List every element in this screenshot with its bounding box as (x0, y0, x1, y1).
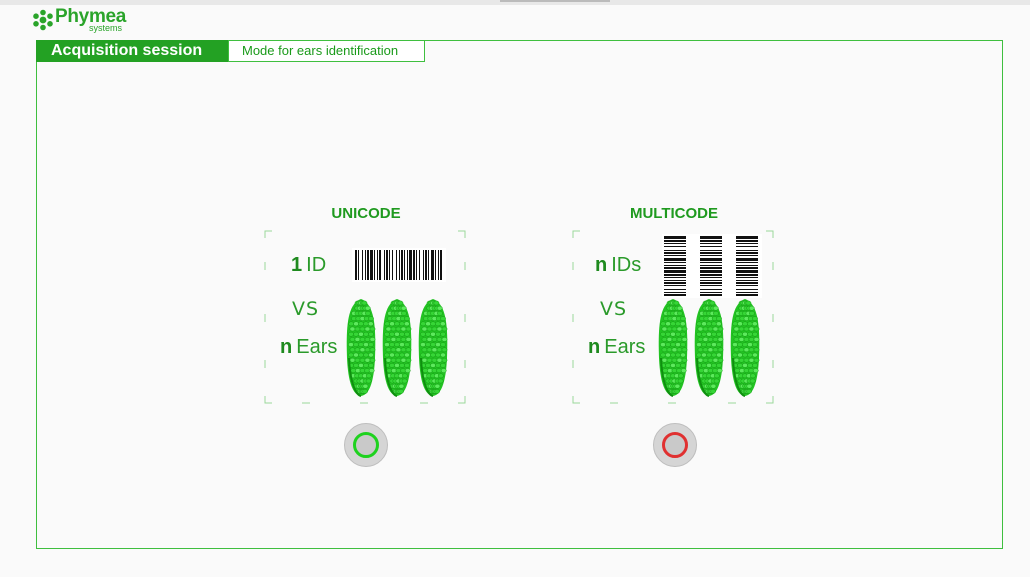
selected-indicator-icon (353, 432, 379, 458)
corn-ears-icon (346, 299, 448, 397)
id-text: ID (306, 254, 327, 276)
unicode-card[interactable]: 1 ID VS n Ears (264, 230, 466, 404)
phymea-logo: Phymea systems (32, 7, 126, 33)
unicode-select-button[interactable] (344, 423, 388, 467)
window-top-bar (0, 0, 1030, 5)
ears-label: n Ears (280, 336, 337, 359)
ids-count: n (595, 254, 608, 276)
session-frame (36, 40, 1003, 549)
ears-label: n Ears (588, 336, 645, 359)
session-title: Acquisition session (36, 40, 228, 62)
ears-text: Ears (296, 336, 338, 358)
ids-label: n IDs (595, 254, 641, 277)
barcode-icon (352, 248, 446, 282)
unselected-indicator-icon (662, 432, 688, 458)
ears-text: Ears (604, 336, 646, 358)
vs-label: VS (292, 298, 320, 320)
mode-label: Mode for ears identification (228, 40, 425, 62)
multicode-title: MULTICODE (629, 205, 719, 222)
barcodes-icon (662, 234, 762, 298)
multicode-card[interactable]: n IDs VS n Ears (572, 230, 774, 404)
logo-subtitle: systems (89, 23, 123, 33)
multicode-select-button[interactable] (653, 423, 697, 467)
vs-label: VS (600, 298, 628, 320)
ears-count: n (588, 336, 601, 358)
id-count: 1 (291, 254, 303, 276)
corn-ears-icon (658, 299, 760, 397)
unicode-title: UNICODE (331, 205, 401, 222)
id-label: 1 ID (291, 254, 326, 277)
molecule-icon (33, 9, 53, 31)
ids-text: IDs (611, 254, 642, 276)
ears-count: n (280, 336, 293, 358)
top-indicator (500, 0, 610, 2)
